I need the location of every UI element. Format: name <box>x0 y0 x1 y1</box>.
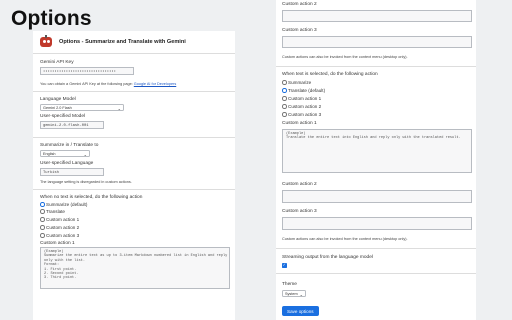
streaming-label: Streaming output from the language model <box>282 255 373 260</box>
panel-title: Options - Summarize and Translate with G… <box>59 39 186 45</box>
radio-button[interactable] <box>40 225 45 230</box>
streaming-checkbox[interactable]: ✓ <box>282 262 287 268</box>
divider <box>33 91 235 92</box>
divider <box>276 273 476 274</box>
custom-actions-help: Custom actions can also be invoked from … <box>282 237 408 241</box>
summarize-language-label: Summarize in / Translate to <box>40 143 99 148</box>
custom-action-1-textarea[interactable]: (Example) Summarize the entire text as u… <box>40 247 230 289</box>
radio-custom-action-1[interactable]: Custom action 1 <box>40 217 79 222</box>
radio-custom-action-3[interactable]: Custom action 3 <box>40 233 79 238</box>
radio-button[interactable] <box>40 209 45 214</box>
custom-action-3-textarea[interactable] <box>282 36 472 48</box>
custom-action-3-label: Custom action 3 <box>282 28 317 33</box>
summarize-language-select[interactable]: English ⌄ <box>40 150 90 157</box>
options-panel-left: Options - Summarize and Translate with G… <box>33 31 235 320</box>
radio-summarize-default[interactable]: Summarize (default) <box>40 202 87 207</box>
no-text-action-label: When no text is selected, do the followi… <box>40 195 143 200</box>
custom-actions-help: Custom actions can also be invoked from … <box>282 55 408 59</box>
user-language-label: User-specified Language <box>40 161 94 166</box>
panel-header: Options - Summarize and Translate with G… <box>39 35 186 49</box>
divider <box>33 137 235 138</box>
radio-button[interactable] <box>40 202 45 207</box>
divider <box>33 53 235 54</box>
language-help: The language setting is disregarded in c… <box>40 180 132 184</box>
page-heading: Options <box>11 7 92 30</box>
text-selected-action-label: When text is selected, do the following … <box>282 72 378 77</box>
radio-button[interactable] <box>282 88 287 93</box>
custom-action-2-label: Custom action 2 <box>282 182 317 187</box>
api-key-label: Gemini API Key <box>40 60 74 65</box>
custom-action-1-textarea[interactable]: (Example) Translate the entire text into… <box>282 129 472 173</box>
language-model-select[interactable]: Gemini 2.0 Flash ⌄ <box>40 104 124 111</box>
user-model-label: User-specified Model <box>40 114 86 119</box>
radio-custom-action-3[interactable]: Custom action 3 <box>282 112 321 117</box>
chevron-down-icon: ⌄ <box>299 291 303 297</box>
radio-translate-default[interactable]: Translate (default) <box>282 88 325 93</box>
radio-custom-action-1[interactable]: Custom action 1 <box>282 96 321 101</box>
radio-button[interactable] <box>282 104 287 109</box>
options-panel-right: Custom action 2 Custom action 3 Custom a… <box>276 0 476 320</box>
save-options-button[interactable]: Save options <box>282 306 319 316</box>
google-ai-link[interactable]: Google AI for Developers <box>134 82 176 86</box>
user-model-input[interactable]: gemini-2.0-flash-001 <box>40 121 104 129</box>
radio-button[interactable] <box>40 217 45 222</box>
user-language-input[interactable]: Turkish <box>40 168 104 176</box>
custom-action-3-label: Custom action 3 <box>282 209 317 214</box>
language-model-label: Language Model <box>40 97 76 102</box>
radio-button[interactable] <box>282 80 287 85</box>
custom-action-3-textarea[interactable] <box>282 217 472 230</box>
api-key-input[interactable]: •••••••••••••••••••••••••••••••• <box>40 67 134 75</box>
divider <box>276 248 476 249</box>
radio-button[interactable] <box>40 233 45 238</box>
theme-select[interactable]: System ⌄ <box>282 290 306 297</box>
custom-action-2-label: Custom action 2 <box>282 2 317 7</box>
theme-label: Theme <box>282 282 297 287</box>
api-key-help: You can obtain a Gemini API Key at the f… <box>40 82 177 86</box>
radio-summarize[interactable]: Summarize <box>282 80 311 85</box>
radio-custom-action-2[interactable]: Custom action 2 <box>282 104 321 109</box>
custom-action-2-textarea[interactable] <box>282 190 472 203</box>
radio-translate[interactable]: Translate <box>40 209 65 214</box>
divider <box>33 189 235 190</box>
chevron-down-icon: ⌄ <box>117 105 121 111</box>
custom-action-1-label: Custom action 1 <box>40 241 75 246</box>
radio-button[interactable] <box>282 96 287 101</box>
divider <box>276 66 476 67</box>
radio-button[interactable] <box>282 112 287 117</box>
chevron-down-icon: ⌄ <box>83 151 87 157</box>
custom-action-1-label: Custom action 1 <box>282 121 317 126</box>
radio-custom-action-2[interactable]: Custom action 2 <box>40 225 79 230</box>
custom-action-2-textarea[interactable] <box>282 10 472 22</box>
robot-logo-icon <box>39 35 53 49</box>
